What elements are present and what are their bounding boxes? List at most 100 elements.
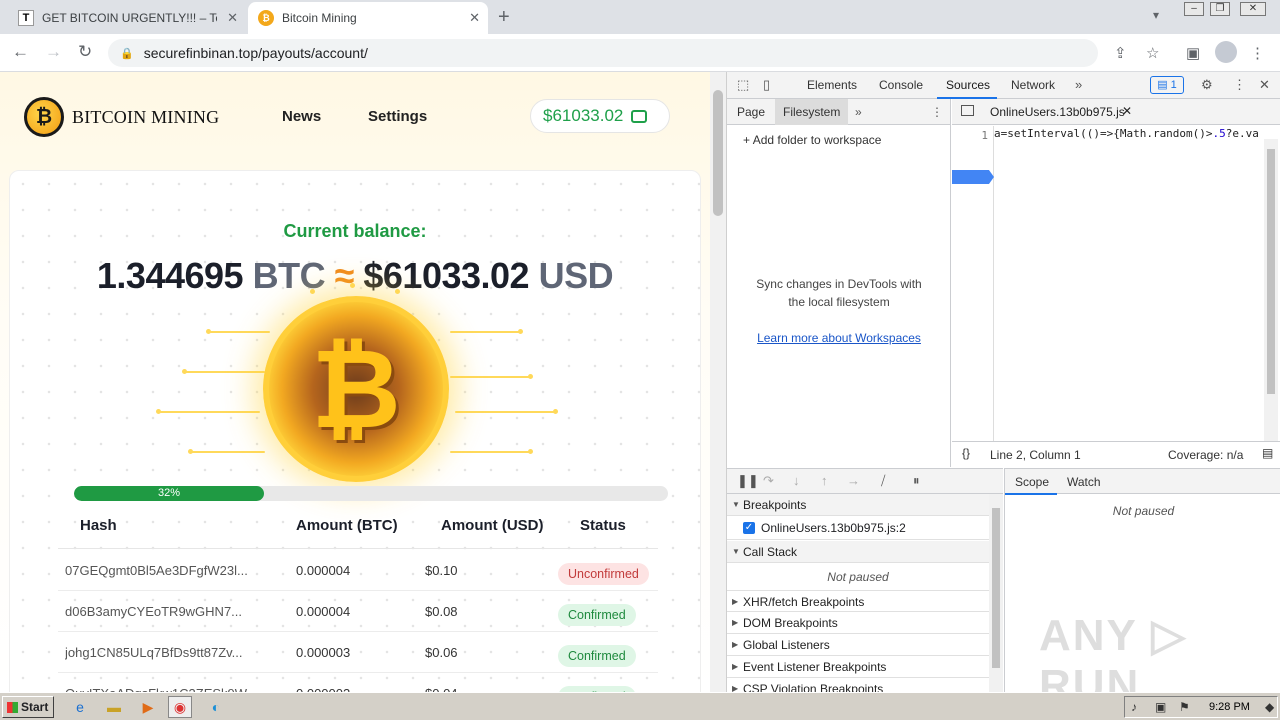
approx-sign: ≈ <box>334 255 355 296</box>
close-tab-icon[interactable]: ✕ <box>469 10 480 26</box>
csp-violation-breakpoints-section[interactable]: ▶ CSP Violation Breakpoints <box>727 678 989 692</box>
step-over-icon[interactable]: ↷ <box>763 473 774 489</box>
new-tab-button[interactable]: + <box>498 6 510 29</box>
lock-icon[interactable]: 🔒 <box>120 47 134 60</box>
cursor-position: Line 2, Column 1 <box>990 448 1081 462</box>
menu-icon[interactable]: ⋮ <box>1250 44 1265 62</box>
toolbar: ← → ↻ 🔒 securefinbinan.top/payouts/accou… <box>0 34 1280 72</box>
inspect-element-icon[interactable]: ⬚ <box>737 77 749 93</box>
address-bar[interactable]: 🔒 securefinbinan.top/payouts/account/ <box>108 39 1098 67</box>
minimize-icon[interactable]: – <box>1184 2 1204 16</box>
dom-breakpoints-section[interactable]: ▶ DOM Breakpoints <box>727 612 989 634</box>
toggle-navigator-icon[interactable] <box>961 105 974 116</box>
tx-amount-btc: 0.000003 <box>296 645 351 660</box>
edge-icon[interactable]: ◐ <box>204 696 228 718</box>
tab-sources[interactable]: Sources <box>946 78 990 92</box>
close-window-icon[interactable]: ✕ <box>1240 2 1266 16</box>
deactivate-breakpoints-icon[interactable]: ⧸ <box>881 473 885 489</box>
device-toggle-icon[interactable]: ▯ <box>763 77 770 93</box>
tab-search-icon[interactable]: ▾ <box>1153 8 1159 22</box>
add-folder-button[interactable]: + Add folder to workspace <box>743 133 881 147</box>
table-row[interactable]: 07GEQgmt0Bl5Ae3DFgfW23l... 0.000004 $0.10 U… <box>58 550 658 591</box>
table-row[interactable]: OuyITXaADqsFkw1C3ZESk9W...0.000002$0.04C… <box>58 673 658 692</box>
open-file-tab[interactable]: OnlineUsers.13b0b975.js <box>990 105 1125 119</box>
breakpoint-item[interactable]: ✓ OnlineUsers.13b0b975.js:2 <box>727 516 989 540</box>
learn-workspaces-link[interactable]: Learn more about Workspaces <box>727 331 951 345</box>
navigator-menu-icon[interactable]: ⋮ <box>931 105 943 119</box>
shield-icon[interactable]: ◆ <box>1265 700 1274 714</box>
flag-icon[interactable]: ⚑ <box>1179 700 1190 714</box>
more-tabs-icon[interactable]: » <box>1075 77 1082 92</box>
balance-pill[interactable]: $61033.02 <box>530 99 670 133</box>
format-icon[interactable]: {} <box>962 446 970 460</box>
tab-bitcoin-mining[interactable]: ₿ Bitcoin Mining ✕ <box>248 2 488 34</box>
breakpoints-section[interactable]: ▼ Breakpoints <box>727 494 989 516</box>
logo-text: BITCOIN MINING <box>72 106 220 127</box>
table-row[interactable]: johg1CN85ULq7BfDs9tt87Zv... 0.000003 $0.06… <box>58 632 658 673</box>
xhr-breakpoints-section[interactable]: ▶ XHR/fetch Breakpoints <box>727 590 989 612</box>
settings-gear-icon[interactable]: ⚙ <box>1201 77 1213 93</box>
kebab-menu-icon[interactable]: ⋮ <box>1233 77 1246 93</box>
tab-filesystem[interactable]: Filesystem <box>775 99 849 125</box>
side-panel-icon[interactable]: ▣ <box>1186 44 1200 62</box>
restore-icon[interactable]: ❐ <box>1210 2 1230 16</box>
back-icon[interactable]: ← <box>12 42 29 62</box>
bitcoin-logo-icon: ₿ <box>24 97 64 137</box>
call-stack-section[interactable]: ▼ Call Stack <box>727 541 989 563</box>
editor-status-bar: {} Line 2, Column 1 Coverage: n/a ▤ <box>952 441 1280 467</box>
col-status: Status <box>580 517 626 534</box>
profile-avatar[interactable] <box>1215 41 1237 63</box>
folder-icon[interactable]: ▬ <box>102 696 126 718</box>
event-listener-breakpoints-section[interactable]: ▶ Event Listener Breakpoints <box>727 656 989 678</box>
breakpoint-marker[interactable] <box>952 170 994 184</box>
bookmark-star-icon[interactable]: ☆ <box>1146 44 1159 62</box>
tab-scope[interactable]: Scope <box>1015 475 1049 489</box>
more-nav-icon[interactable]: » <box>855 105 862 119</box>
close-tab-icon[interactable]: ✕ <box>227 10 238 26</box>
nav-settings[interactable]: Settings <box>368 108 427 125</box>
code-line[interactable]: a=setInterval(()=>{Math.random()>.5?e.va <box>994 127 1264 140</box>
coverage-status: Coverage: n/a <box>1168 448 1244 462</box>
balance-card: Current balance: 1.344695 BTC ≈ $61033.0… <box>9 170 701 692</box>
global-listeners-section[interactable]: ▶ Global Listeners <box>727 634 989 656</box>
sources-navigator: Page Filesystem » ⋮ + Add folder to work… <box>727 99 951 467</box>
table-row[interactable]: d06B3amyCYEoTR9wGHN7... 0.000004 $0.08 Conf… <box>58 591 658 632</box>
pause-on-exceptions-icon[interactable]: ⏸ <box>913 473 920 489</box>
start-button[interactable]: Start <box>2 696 54 718</box>
share-icon[interactable]: ⇪ <box>1114 44 1127 62</box>
tab-elements[interactable]: Elements <box>807 78 857 92</box>
messages-badge[interactable]: ▤ 1 <box>1150 76 1184 94</box>
nav-news[interactable]: News <box>282 108 321 125</box>
page-scrollbar[interactable] <box>710 72 726 692</box>
close-file-icon[interactable]: ✕ <box>1122 104 1132 118</box>
reload-icon[interactable]: ↻ <box>78 42 92 62</box>
tx-hash: d06B3amyCYEoTR9wGHN7... <box>65 604 243 619</box>
forward-icon[interactable]: → <box>45 42 62 62</box>
chrome-icon[interactable]: ◉ <box>168 696 192 718</box>
step-icon[interactable]: → <box>847 473 860 488</box>
tab-telegra[interactable]: T GET BITCOIN URGENTLY!!! – Telegra ✕ <box>8 2 246 34</box>
close-devtools-icon[interactable]: ✕ <box>1259 77 1270 93</box>
editor-vertical-scrollbar[interactable] <box>1264 139 1278 449</box>
step-into-icon[interactable]: ↓ <box>793 473 800 488</box>
editor-tabs: OnlineUsers.13b0b975.js ✕ <box>952 99 1280 125</box>
step-out-icon[interactable]: ↑ <box>821 473 828 488</box>
tab-watch[interactable]: Watch <box>1067 475 1101 489</box>
network-icon[interactable]: ▣ <box>1155 700 1166 714</box>
media-player-icon[interactable]: ▶ <box>136 696 160 718</box>
tab-console[interactable]: Console <box>879 78 923 92</box>
tab-network[interactable]: Network <box>1011 78 1055 92</box>
volume-icon[interactable]: ♪ <box>1131 700 1137 714</box>
devtools-panel: ⬚ ▯ Elements Console Sources Network » ▤… <box>726 72 1280 710</box>
ie-icon[interactable]: e <box>68 696 92 718</box>
site-logo[interactable]: ₿ BITCOIN MINING <box>24 97 219 137</box>
tab-page[interactable]: Page <box>737 105 765 119</box>
breakpoint-checkbox[interactable]: ✓ <box>743 522 755 534</box>
wallet-icon <box>631 109 648 123</box>
pause-icon[interactable]: ❚❚ <box>737 473 759 489</box>
sync-message: Sync changes in DevTools with the local … <box>756 277 922 309</box>
web-page: ₿ BITCOIN MINING News Settings $61033.02… <box>0 72 710 692</box>
coverage-icon[interactable]: ▤ <box>1262 446 1273 460</box>
debugger-scrollbar[interactable] <box>989 494 1003 692</box>
line-gutter[interactable]: 1 2 <box>952 126 994 441</box>
